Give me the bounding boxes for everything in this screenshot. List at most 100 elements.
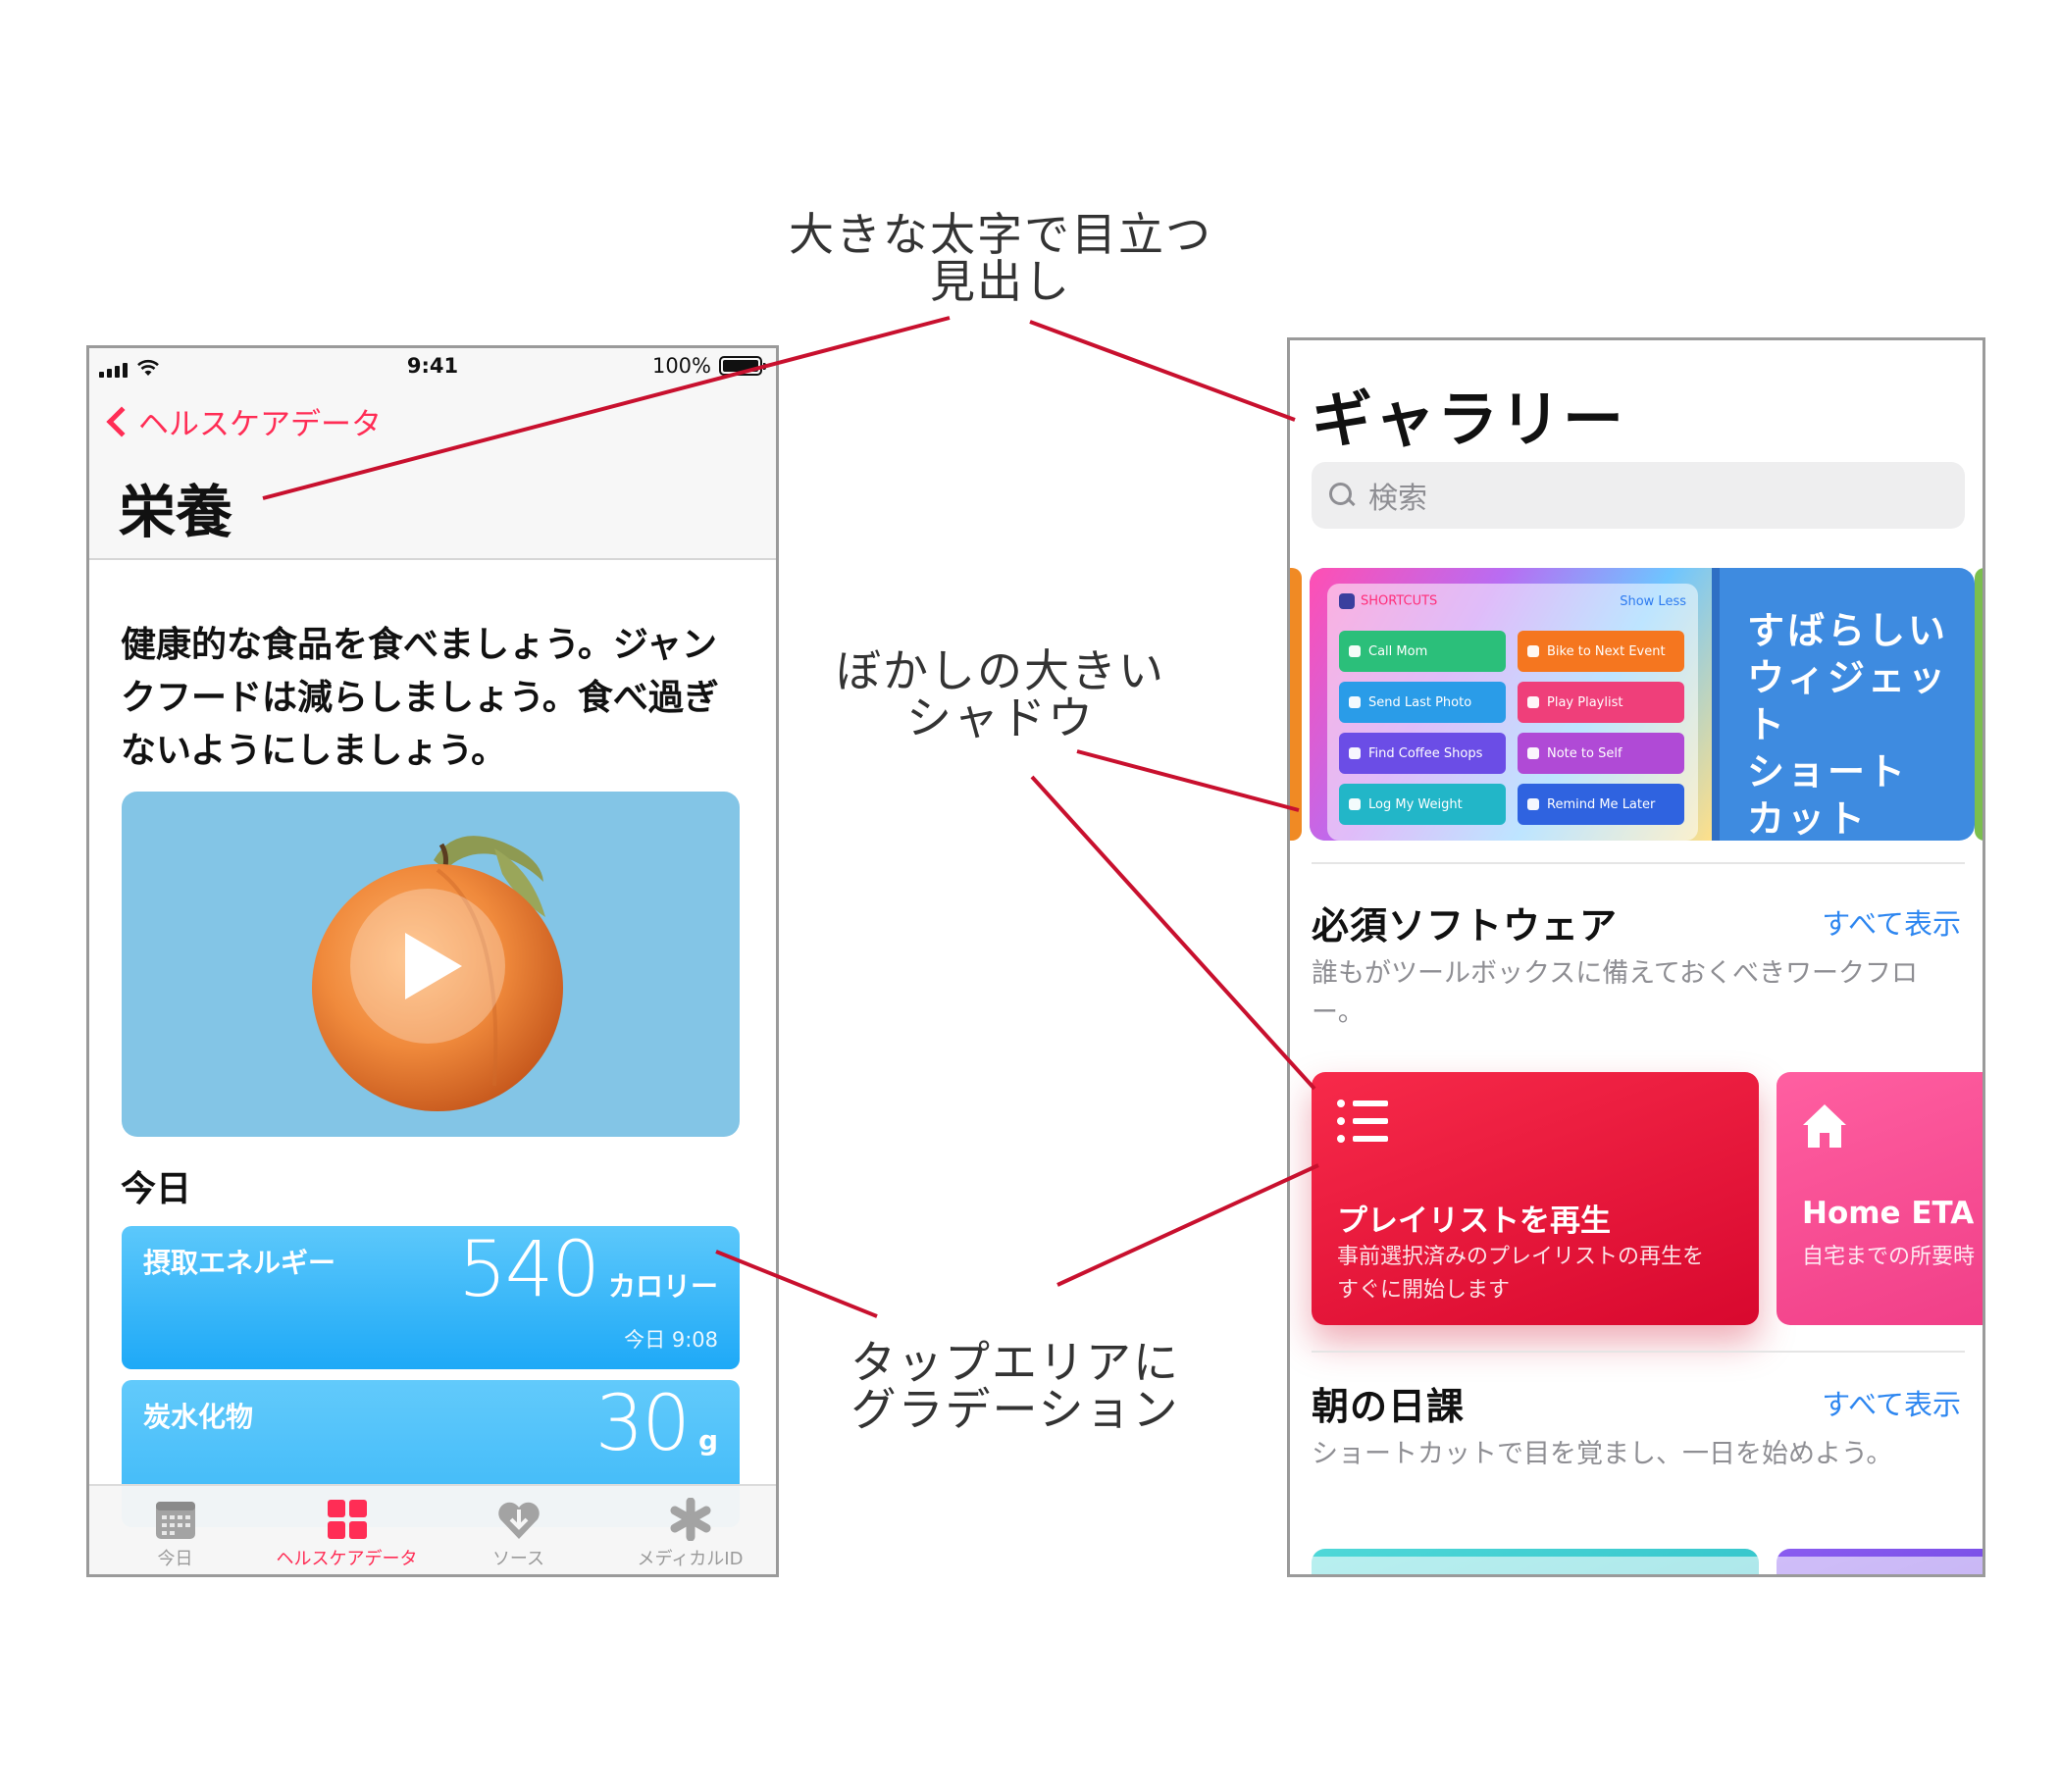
widget-shortcut-button[interactable]: Log My Weight	[1339, 784, 1506, 825]
widget-shortcut-button[interactable]: Play Playlist	[1518, 682, 1684, 723]
section-subtitle-essentials: 誰もがツールボックスに備えておくべきワークフロー。	[1312, 958, 1919, 1028]
shortcut-glyph-icon	[1527, 747, 1539, 759]
tab-sources[interactable]: ソース	[433, 1486, 604, 1574]
shortcut-glyph-icon	[1349, 645, 1361, 657]
health-content: 健康的な食品を食べましょう。ジャンクフードは減らしましょう。食べ過ぎないようにし…	[89, 562, 776, 1527]
tab-health-data[interactable]: ヘルスケアデータ	[261, 1486, 433, 1574]
featured-banner-carousel[interactable]: SHORTCUTS Show Less Call Mom Bike to Next…	[1290, 558, 1983, 843]
leader-line-gradient-right	[1056, 1163, 1319, 1287]
widget-shortcut-button[interactable]: Find Coffee Shops	[1339, 733, 1506, 774]
leader-line-shadow-banner	[1076, 749, 1300, 812]
annotation-heading: 大きな太字で目立つ 見出し	[789, 208, 1212, 308]
battery-status: 100%	[651, 354, 766, 378]
shortcut-card-home-eta[interactable]: Home ETA 自宅までの所要時	[1777, 1072, 1983, 1325]
status-bar: 9:41 100%	[89, 348, 776, 387]
widget-button-label: Send Last Photo	[1368, 694, 1472, 710]
annotation-gradient: タップエリアに グラデーション	[850, 1336, 1180, 1436]
shortcut-glyph-icon	[1349, 798, 1361, 810]
shortcuts-app-icon	[1339, 593, 1355, 609]
battery-percent: 100%	[651, 354, 711, 378]
funnel-icon	[1341, 1576, 1368, 1577]
tab-label: 今日	[157, 1549, 193, 1569]
widget-preview: SHORTCUTS Show Less Call Mom Bike to Next…	[1310, 568, 1712, 841]
back-button-label: ヘルスケアデータ	[138, 407, 382, 442]
shortcut-glyph-icon	[1349, 696, 1361, 708]
today-heading: 今日	[121, 1169, 192, 1209]
tab-bar: 今日 ヘルスケアデータ ソース メディカルID	[89, 1484, 776, 1574]
search-input[interactable]: 検索	[1312, 462, 1965, 529]
home-indicator-area	[1290, 1557, 1983, 1574]
widget-button-label: Bike to Next Event	[1547, 643, 1666, 659]
tab-medical-id[interactable]: メディカルID	[604, 1486, 776, 1574]
play-button[interactable]	[350, 889, 505, 1044]
section-divider	[1312, 1351, 1965, 1353]
widget-shortcut-button[interactable]: Bike to Next Event	[1518, 631, 1684, 672]
calendar-icon	[155, 1502, 195, 1539]
tab-label: ヘルスケアデータ	[276, 1549, 418, 1569]
shortcut-card-play-playlist[interactable]: プレイリストを再生 事前選択済みのプレイリストの再生を すぐに開始します	[1312, 1072, 1759, 1325]
shortcut-glyph-icon	[1527, 798, 1539, 810]
back-button[interactable]: ヘルスケアデータ	[99, 399, 382, 443]
play-icon	[405, 933, 462, 999]
nutrition-video[interactable]	[122, 792, 740, 1137]
widget-header: SHORTCUTS Show Less	[1339, 593, 1686, 609]
section-title-essentials: 必須ソフトウェア	[1312, 904, 1619, 947]
metric-label: 炭水化物	[143, 1401, 254, 1433]
card-title: Home ETA	[1802, 1196, 1975, 1231]
metric-value: 540 カロリー	[458, 1226, 718, 1314]
health-app-screen: 9:41 100% ヘルスケアデータ 栄養 健康的な食品を食べましょう。ジャンク…	[86, 345, 779, 1577]
see-all-morning[interactable]: すべて表示	[1822, 1382, 1961, 1423]
nutrition-description: 健康的な食品を食べましょう。ジャンクフードは減らしましょう。食べ過ぎないようにし…	[121, 625, 719, 771]
shortcut-glyph-icon	[1527, 696, 1539, 708]
section-title-morning: 朝の日課	[1312, 1385, 1466, 1428]
metric-value: 30 g	[595, 1380, 718, 1468]
metric-number: 540	[458, 1226, 600, 1314]
heart-download-icon	[497, 1502, 540, 1539]
card-title: プレイリストを再生	[1337, 1203, 1611, 1239]
asterisk-icon	[670, 1498, 710, 1541]
search-placeholder: 検索	[1368, 482, 1427, 516]
featured-banner-widget[interactable]: SHORTCUTS Show Less Call Mom Bike to Next…	[1310, 568, 1975, 841]
widget-shortcut-button[interactable]: Send Last Photo	[1339, 682, 1506, 723]
leader-line-shadow-card	[1030, 775, 1316, 1091]
widget-button-label: Log My Weight	[1368, 796, 1463, 812]
metric-timestamp: 今日 9:08	[624, 1328, 718, 1352]
banner-peek-left[interactable]	[1290, 568, 1302, 841]
search-icon	[1329, 483, 1355, 508]
widget-app-name: SHORTCUTS	[1361, 593, 1438, 609]
metric-card-energy[interactable]: 摂取エネルギー 540 カロリー 今日 9:08	[122, 1226, 740, 1369]
battery-icon	[719, 356, 766, 376]
metric-label: 摂取エネルギー	[143, 1247, 336, 1279]
banner-divider	[1712, 568, 1720, 841]
widget-button-label: Note to Self	[1547, 745, 1622, 761]
section-divider	[1312, 862, 1965, 864]
shortcut-glyph-icon	[1349, 747, 1361, 759]
tab-label: ソース	[491, 1549, 545, 1569]
house-icon	[1803, 1104, 1846, 1148]
widget-shortcut-button[interactable]: Note to Self	[1518, 733, 1684, 774]
tab-label: メディカルID	[637, 1549, 744, 1569]
see-all-essentials[interactable]: すべて表示	[1822, 901, 1961, 943]
widget-button-label: Find Coffee Shops	[1368, 745, 1483, 761]
card-subtitle: 自宅までの所要時	[1802, 1245, 1976, 1269]
widget-window: SHORTCUTS Show Less Call Mom Bike to Next…	[1327, 584, 1698, 841]
shortcuts-app-screen: ギャラリー 検索 SHORTCUTS Show Less Call Mom Bik…	[1287, 337, 1985, 1577]
page-title: 栄養	[119, 479, 233, 545]
page-title: ギャラリー	[1312, 384, 1626, 455]
chevron-left-icon	[106, 405, 137, 437]
widget-button-label: Play Playlist	[1547, 694, 1623, 710]
health-nav-bar: 9:41 100% ヘルスケアデータ 栄養	[89, 348, 776, 560]
banner-peek-right[interactable]	[1975, 568, 1983, 841]
annotation-shadow: ぼかしの大きい シャドウ	[836, 644, 1165, 744]
tab-today[interactable]: 今日	[89, 1486, 261, 1574]
widget-button-grid: Call Mom Bike to Next Event Send Last Phot…	[1339, 631, 1686, 825]
shortcut-glyph-icon	[1527, 645, 1539, 657]
widget-shortcut-button[interactable]: Remind Me Later	[1518, 784, 1684, 825]
section-subtitle-morning: ショートカットで目を覚まし、一日を始めよう。	[1312, 1439, 1893, 1469]
card-subtitle: 事前選択済みのプレイリストの再生を すぐに開始します	[1337, 1245, 1705, 1303]
metric-number: 30	[594, 1380, 691, 1468]
widget-shortcut-button[interactable]: Call Mom	[1339, 631, 1506, 672]
widget-button-label: Remind Me Later	[1547, 796, 1656, 812]
list-icon	[1337, 1100, 1388, 1143]
widget-button-label: Call Mom	[1368, 643, 1428, 659]
